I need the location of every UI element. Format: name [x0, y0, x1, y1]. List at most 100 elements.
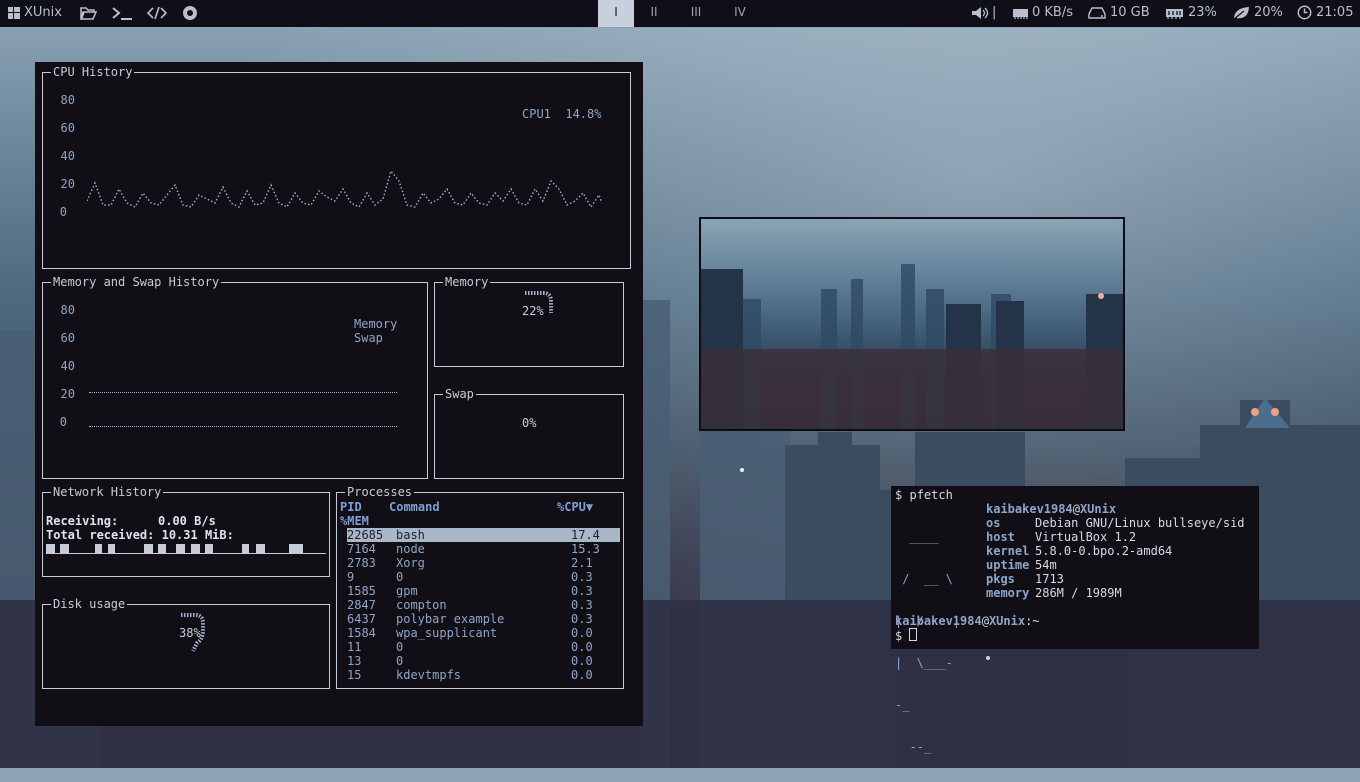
- cpu-usage: 20%: [1232, 0, 1283, 27]
- process-row[interactable]: 2847 compton 0.3: [347, 598, 620, 612]
- prompt-path: :~: [1025, 614, 1040, 628]
- pfetch-command-line: $ pfetch: [895, 488, 953, 502]
- network-history-graph: [46, 544, 326, 554]
- cpu-axis-20: 20: [60, 177, 75, 191]
- terminal-window[interactable]: $ pfetch ____ / __ \ | / | | \___- -_ --…: [891, 486, 1259, 754]
- process-row[interactable]: 11 0 0.0: [347, 640, 620, 654]
- receiving-row: Receiving: 0.00 B/s: [46, 514, 216, 528]
- process-cpu: 0.0: [571, 640, 593, 654]
- input-line[interactable]: $: [895, 628, 918, 643]
- memswap-axis-40: 40: [60, 359, 75, 373]
- process-row[interactable]: 22685 bash 17.4: [347, 528, 620, 542]
- browser-icon: [183, 5, 197, 20]
- process-pid: 1584: [347, 626, 376, 640]
- memory-swap-history-title: Memory and Swap History: [51, 275, 222, 289]
- process-row[interactable]: 15 kdevtmpfs 0.0: [347, 668, 620, 682]
- leaf-icon: [1233, 6, 1249, 19]
- swap-percent: 0%: [522, 416, 537, 430]
- memswap-axis-60: 60: [60, 331, 75, 345]
- start-menu-button[interactable]: XUnix: [8, 0, 62, 27]
- col-cpu-sorted[interactable]: %CPU▼: [557, 500, 593, 514]
- swap-history-line: [89, 426, 397, 427]
- process-command: 0: [396, 640, 404, 654]
- prompt-user: kaibakev1984: [895, 614, 982, 628]
- process-row[interactable]: 2783 Xorg 2.1: [347, 556, 620, 570]
- text-cursor: [909, 628, 918, 641]
- logo-line: --_: [895, 740, 932, 754]
- disk-usage-percent: 38%: [179, 626, 201, 640]
- workspace-3[interactable]: III: [678, 0, 714, 27]
- process-pid: 15: [347, 668, 362, 682]
- process-cpu: 0.3: [571, 612, 593, 626]
- process-row[interactable]: 9 0 0.3: [347, 570, 620, 584]
- process-command: compton: [396, 598, 447, 612]
- process-pid: 7164: [347, 542, 376, 556]
- workspace-2[interactable]: II: [636, 0, 672, 27]
- total-received-label: Total received:: [46, 528, 155, 542]
- volume-separator: |: [992, 5, 997, 20]
- memswap-axis-0: 0: [59, 415, 67, 429]
- memory-icon: [1166, 8, 1183, 19]
- cpu-legend: CPU1 14.8%: [522, 107, 601, 121]
- receiving-label: Receiving:: [46, 514, 119, 528]
- pfetch-value: 54m: [1035, 558, 1057, 572]
- typed-command: pfetch: [909, 488, 953, 502]
- workspace-4[interactable]: IV: [722, 0, 758, 27]
- workspace-1[interactable]: I: [598, 0, 634, 27]
- memswap-axis-80: 80: [60, 303, 75, 317]
- clock-time: 21:05: [1316, 5, 1354, 20]
- volume-control[interactable]: |: [971, 0, 996, 27]
- network-history-panel: Network History Receiving: 0.00 B/s Total…: [42, 485, 330, 577]
- process-row[interactable]: 13 0 0.0: [347, 654, 620, 668]
- process-pid: 2783: [347, 556, 376, 570]
- cpu-history-graph: [87, 169, 602, 209]
- network-history-title: Network History: [51, 485, 164, 499]
- ram-usage: 23%: [1165, 0, 1217, 27]
- pfetch-value: VirtualBox 1.2: [1035, 530, 1137, 544]
- folder-open-icon: [80, 6, 98, 20]
- code-editor-launcher[interactable]: [146, 0, 168, 27]
- disk-usage-panel: Disk usage 38%: [42, 597, 330, 689]
- disk-usage-value: 10 GB: [1110, 5, 1150, 20]
- processes-panel: Processes PID Command %CPU▼ %MEM 22685 ba…: [336, 485, 624, 689]
- shell-prompt: kaibakev1984@XUnix:~: [895, 614, 1040, 628]
- pfetch-key: host: [986, 530, 1015, 544]
- pfetch-key: uptime: [986, 558, 1030, 572]
- process-pid: 2847: [347, 598, 376, 612]
- process-pid: 9: [347, 570, 355, 584]
- process-cpu: 15.3: [571, 542, 600, 556]
- total-received-row: Total received: 10.31 MiB:: [46, 528, 234, 542]
- process-row[interactable]: 6437 polybar example 0.3: [347, 612, 620, 626]
- process-row[interactable]: 1585 gpm 0.3: [347, 584, 620, 598]
- process-command: polybar example: [396, 612, 505, 626]
- process-row[interactable]: 7164 node 15.3: [347, 542, 620, 556]
- disk-usage-title: Disk usage: [51, 597, 128, 611]
- windows-icon: [8, 6, 20, 19]
- col-pid[interactable]: PID: [340, 500, 362, 514]
- col-command[interactable]: Command: [389, 500, 440, 514]
- process-pid: 11: [347, 640, 362, 654]
- terminal-launcher[interactable]: [111, 0, 133, 27]
- process-cpu: 2.1: [571, 556, 593, 570]
- image-preview-window[interactable]: [699, 217, 1125, 431]
- clock[interactable]: 21:05: [1297, 0, 1353, 27]
- process-command: Xorg: [396, 556, 425, 570]
- process-pid: 6437: [347, 612, 376, 626]
- pfetch-info-row: uptime 54m: [986, 558, 1057, 572]
- cpu-legend-label: CPU1: [522, 107, 551, 121]
- browser-launcher[interactable]: [182, 0, 198, 27]
- process-cpu: 0.3: [571, 598, 593, 612]
- process-row[interactable]: 1584 wpa_supplicant 0.0: [347, 626, 620, 640]
- memswap-axis-20: 20: [60, 387, 75, 401]
- system-monitor-window: CPU History 80 60 40 20 0 CPU1 14.8% Mem…: [35, 62, 643, 726]
- prompt-at: @: [981, 614, 989, 628]
- file-manager-launcher[interactable]: [80, 0, 98, 27]
- cpu-axis-0: 0: [59, 205, 67, 219]
- col-mem[interactable]: %MEM: [340, 514, 369, 528]
- preview-cityscape: [701, 264, 1123, 429]
- top-bar: XUnix I II III IV | 0 KB/s 10 GB 23% 20%…: [0, 0, 1360, 27]
- pfetch-host: XUnix: [1079, 502, 1117, 516]
- process-command: gpm: [396, 584, 418, 598]
- input-prompt-symbol: $: [895, 629, 903, 643]
- process-pid: 13: [347, 654, 362, 668]
